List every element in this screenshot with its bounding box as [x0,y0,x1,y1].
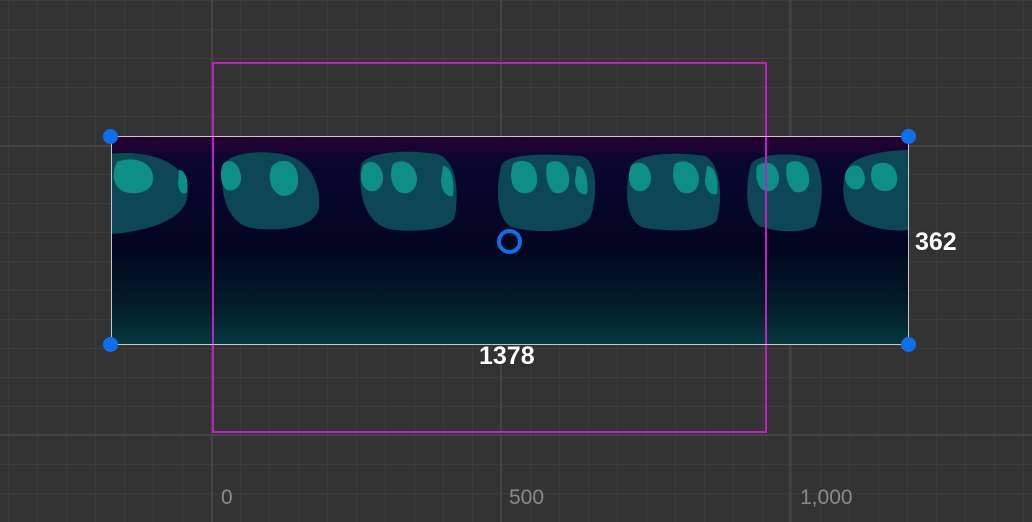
ruler-label-0: 0 [221,486,233,509]
selection-width-label: 1378 [479,342,535,370]
pivot-ring-icon[interactable] [497,229,522,254]
resize-handle-bottom-right[interactable] [901,337,916,352]
grid-major-line-y-bottom [0,434,1032,436]
ruler-label-1000: 1,000 [800,486,853,509]
resize-handle-top-left[interactable] [103,129,118,144]
resize-handle-bottom-left[interactable] [103,337,118,352]
resize-handle-top-right[interactable] [901,129,916,144]
ruler-label-500: 500 [509,486,545,509]
scene-viewport[interactable]: 0 500 1,000 362 1378 [0,0,1032,522]
selection-height-label: 362 [915,228,957,256]
